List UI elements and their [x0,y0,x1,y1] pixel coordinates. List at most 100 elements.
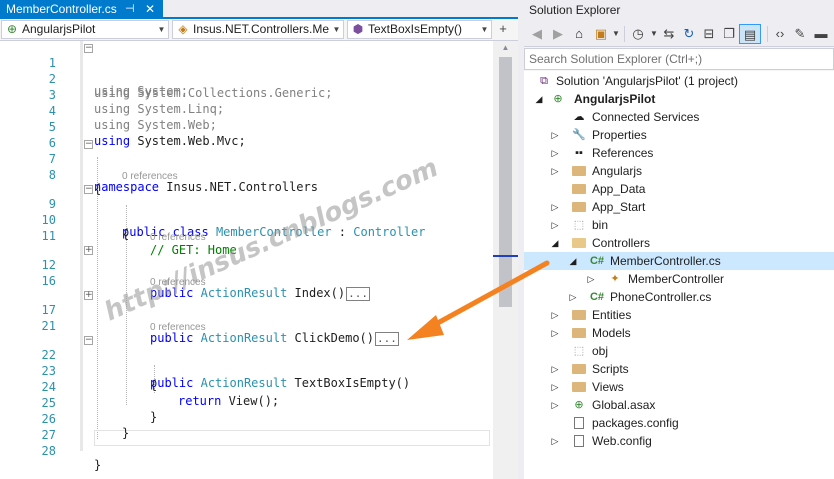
forward-icon[interactable]: ▶ [550,24,566,44]
collapse-all-icon[interactable]: ⊟ [701,24,717,44]
collapse-toggle-icon[interactable]: − [84,44,93,53]
tree-item-packages-config[interactable]: packages.config [524,414,834,432]
references-icon: ▪▪ [575,147,583,159]
collapsed-arrow-icon[interactable]: ▷ [550,378,560,396]
tree-item-phonecontroller-cs[interactable]: ▷ C# PhoneController.cs [524,288,834,306]
code-text-area[interactable]: 1 − using System; 2 using System.Collect… [0,41,493,479]
codelens-references[interactable]: 0 references [150,278,206,288]
tree-item-scripts[interactable]: ▷ Scripts [524,360,834,378]
tree-item-label: Connected Services [592,110,700,124]
sync-with-document-icon[interactable]: ⇆ [661,24,677,44]
tree-item-views[interactable]: ▷ Views [524,378,834,396]
tree-item-label: Entities [592,308,632,322]
tree-item-references[interactable]: ▷ ▪▪ References [524,144,834,162]
toolbar-separator [624,26,625,42]
config-file-icon [571,432,587,453]
tree-item-properties[interactable]: ▷ 🔧 Properties [524,126,834,144]
document-tab-title: MemberController.cs [6,2,117,16]
csharp-project-icon: ⊕ [6,22,18,36]
collapse-toggle-icon[interactable]: − [84,336,93,345]
chevron-down-icon[interactable]: ▼ [646,24,662,44]
collapsed-arrow-icon[interactable]: ▷ [550,324,560,342]
tree-item-label: Properties [592,128,647,142]
collapsed-arrow-icon[interactable]: ▷ [550,126,560,144]
collapsed-arrow-icon[interactable]: ▷ [550,216,560,234]
tree-item-solution[interactable]: ⧉ Solution 'AngularjsPilot' (1 project) [524,72,834,90]
code-line: 22 − public ActionResult TextBoxIsEmpty(… [0,333,493,391]
collapsed-arrow-icon[interactable]: ▷ [550,360,560,378]
expanded-arrow-icon[interactable]: ◢ [534,90,544,108]
expanded-arrow-icon[interactable]: ◢ [568,252,578,270]
tree-item-project[interactable]: ◢ ⊕ AngularjsPilot [524,90,834,108]
tree-item-models[interactable]: ▷ Models [524,324,834,342]
collapsed-arrow-icon[interactable]: ▷ [550,396,560,414]
minus-icon[interactable]: ▬ [813,24,829,44]
collapsed-arrow-icon[interactable]: ▷ [568,288,578,306]
type-dropdown[interactable]: ◈ Insus.NET.Controllers.Me ▼ [172,20,344,39]
pin-icon[interactable]: ⊣ [125,0,135,18]
tree-item-app-data[interactable]: App_Data [524,180,834,198]
view-code-icon[interactable]: ‹› [772,24,788,44]
method-icon: ⬢ [352,22,364,36]
close-icon[interactable]: ✕ [145,0,155,18]
code-line: 2 using System.Collections.Generic; [0,57,493,100]
tree-item-membercontroller-class[interactable]: ▷ ✦ MemberController [524,270,834,288]
solution-explorer-title: Solution Explorer [524,0,834,20]
tree-item-global-asax[interactable]: ▷ ⊕ Global.asax [524,396,834,414]
tree-item-angularjs[interactable]: ▷ Angularjs [524,162,834,180]
code-line: 27 [0,413,493,442]
expand-toggle-icon[interactable]: + [84,246,93,255]
global-asax-icon: ⊕ [574,399,584,411]
tree-item-controllers[interactable]: ◢ Controllers [524,234,834,252]
show-all-files-icon[interactable]: ❐ [721,24,737,44]
chevron-down-icon[interactable]: ▼ [608,24,624,44]
switch-views-icon[interactable]: ▣ [593,24,609,44]
codelens-references[interactable]: 0 references [150,233,206,243]
collapsed-arrow-icon[interactable]: ▷ [586,270,596,288]
tree-item-label: Angularjs [592,164,643,178]
code-line: 16 [0,259,493,288]
chevron-down-icon: ▼ [155,21,168,38]
collapsed-arrow-icon[interactable]: ▷ [550,144,560,162]
codelens-references[interactable]: 0 references [150,323,206,333]
project-dropdown[interactable]: ⊕ AngularjsPilot ▼ [1,20,169,39]
code-line: 9 − public class MemberController : Cont… [0,182,493,240]
tree-item-obj[interactable]: ⬚ obj [524,342,834,360]
refresh-icon[interactable]: ↻ [681,24,697,44]
tree-item-app-start[interactable]: ▷ App_Start [524,198,834,216]
collapse-toggle-icon[interactable]: − [84,140,93,149]
tree-item-bin[interactable]: ▷ ⬚ bin [524,216,834,234]
split-window-icon[interactable]: + [493,20,513,39]
member-dropdown[interactable]: ⬢ TextBoxIsEmpty() ▼ [347,20,492,39]
collapsed-arrow-icon[interactable]: ▷ [550,306,560,324]
connected-services-icon: ☁ [573,111,585,123]
tree-item-entities[interactable]: ▷ Entities [524,306,834,324]
tree-item-label: App_Data [592,182,646,196]
collapsed-arrow-icon[interactable]: ▷ [550,162,560,180]
pending-changes-filter-icon[interactable]: ◷ [630,24,646,44]
preview-selected-items-icon[interactable]: ▤ [739,24,761,44]
tree-item-connected-services[interactable]: ☁ Connected Services [524,108,834,126]
code-line: 21 [0,304,493,333]
scrollbar-thumb[interactable] [499,57,512,307]
scroll-up-icon[interactable]: ▲ [493,43,518,52]
home-icon[interactable]: ⌂ [571,24,587,44]
properties-wrench-icon[interactable]: ✎ [792,24,808,44]
code-line: 26 } [0,397,493,440]
expanded-arrow-icon[interactable]: ◢ [550,234,560,252]
code-line: 4 using System.Web; [0,89,493,132]
tree-item-web-config[interactable]: ▷ Web.config [524,432,834,450]
editor-vertical-scrollbar[interactable]: ▲ [493,41,518,479]
expand-toggle-icon[interactable]: + [84,291,93,300]
collapsed-arrow-icon[interactable]: ▷ [550,198,560,216]
code-line: 23 { [0,349,493,392]
document-tab-membercontroller[interactable]: MemberController.cs ⊣ ✕ [0,0,163,19]
tree-item-membercontroller-cs[interactable]: ◢ C# MemberController.cs [524,252,834,270]
codelens-references[interactable]: 0 references [122,172,178,182]
collapse-toggle-icon[interactable]: − [84,185,93,194]
solution-explorer-search-input[interactable]: Search Solution Explorer (Ctrl+;) [524,48,834,70]
web-project-icon: ⊕ [553,93,563,105]
collapsed-arrow-icon[interactable]: ▷ [550,432,560,450]
back-icon[interactable]: ◀ [529,24,545,44]
code-line: 24 return View(); [0,365,493,408]
